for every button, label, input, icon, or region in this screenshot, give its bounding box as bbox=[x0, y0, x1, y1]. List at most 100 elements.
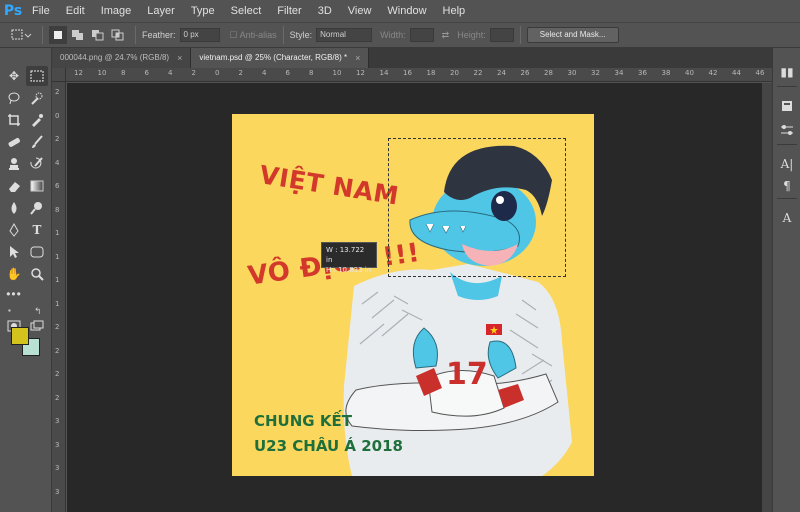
dodge-tool-icon[interactable] bbox=[26, 198, 48, 218]
ruler-tick-label: 8 bbox=[121, 69, 126, 77]
tab-vietnam[interactable]: vietnam.psd @ 25% (Character, RGB/8) * × bbox=[191, 48, 370, 68]
ruler-tick-label: 6 bbox=[144, 69, 149, 77]
ruler-tick-label: 2 bbox=[55, 370, 60, 378]
ruler-tick-label: 18 bbox=[426, 69, 436, 77]
ruler-tick-label: 4 bbox=[55, 158, 60, 167]
menu-filter[interactable]: Filter bbox=[269, 0, 309, 22]
collapse-icon[interactable]: ▮▮ bbox=[777, 62, 797, 82]
gradient-tool-icon[interactable] bbox=[26, 176, 48, 196]
menu-view[interactable]: View bbox=[340, 0, 380, 22]
history-brush-tool-icon[interactable] bbox=[26, 154, 48, 174]
ruler-tick-label: 22 bbox=[473, 69, 483, 77]
vertical-ruler[interactable]: 2 0 2 4 6 8 1 1 1 1 2 2 2 2 3 3 3 3 bbox=[52, 82, 66, 512]
ruler-tick-label: 3 bbox=[55, 440, 60, 449]
ruler-tick-label: 1 bbox=[55, 276, 60, 284]
paragraph-icon[interactable]: ¶ bbox=[777, 176, 797, 196]
ruler-tick-label: 2 bbox=[55, 135, 60, 143]
menu-layer[interactable]: Layer bbox=[139, 0, 183, 22]
clone-stamp-tool-icon[interactable] bbox=[3, 154, 25, 174]
character-icon[interactable]: A| bbox=[777, 154, 797, 174]
close-icon[interactable]: × bbox=[177, 48, 182, 68]
quick-selection-tool-icon[interactable] bbox=[26, 88, 48, 108]
tooltip-height: H : 10.833 in bbox=[326, 266, 372, 274]
more-tools-icon[interactable]: ••• bbox=[3, 284, 25, 304]
zoom-tool-icon[interactable] bbox=[26, 264, 48, 284]
tab-000044[interactable]: 000044.png @ 24.7% (RGB/8) × bbox=[52, 48, 192, 68]
crop-tool-icon[interactable] bbox=[3, 110, 25, 130]
move-tool-icon[interactable]: ✥ bbox=[3, 66, 25, 86]
ruler-tick-label: 20 bbox=[450, 69, 459, 77]
menu-type[interactable]: Type bbox=[183, 0, 223, 22]
ruler-tick-label: 2 bbox=[191, 69, 196, 77]
ruler-corner[interactable] bbox=[52, 68, 66, 82]
ruler-tick-label: 40 bbox=[685, 69, 694, 77]
brush-tool-icon[interactable] bbox=[26, 132, 48, 152]
spot-healing-tool-icon[interactable] bbox=[3, 132, 25, 152]
menu-help[interactable]: Help bbox=[435, 0, 474, 22]
ruler-tick-label: 1 bbox=[55, 299, 60, 308]
ruler-tick-label: 10 bbox=[97, 69, 107, 77]
feather-input[interactable]: 0 px bbox=[179, 28, 220, 42]
tools-panel: ✥ T ✋ ••• ▪ ↰ bbox=[0, 48, 52, 512]
close-icon[interactable]: × bbox=[355, 48, 360, 68]
ruler-tick-label: 24 bbox=[497, 69, 506, 77]
ruler-tick-label: 42 bbox=[708, 69, 718, 77]
photoshop-logo: Ps bbox=[3, 3, 23, 19]
ruler-tick-label: 46 bbox=[755, 69, 765, 77]
width-label: Width: bbox=[380, 30, 406, 40]
menu-select[interactable]: Select bbox=[223, 0, 270, 22]
selection-marquee[interactable] bbox=[388, 138, 566, 277]
path-selection-tool-icon[interactable] bbox=[3, 242, 25, 262]
lasso-tool-icon[interactable] bbox=[3, 88, 25, 108]
ruler-tick-label: 26 bbox=[520, 69, 530, 77]
rectangular-marquee-tool-icon[interactable] bbox=[26, 66, 48, 86]
subtract-selection-icon[interactable] bbox=[89, 26, 107, 44]
ruler-tick-label: 0 bbox=[55, 111, 60, 120]
ruler-tick-label: 3 bbox=[55, 487, 60, 496]
swap-dimensions-icon[interactable]: ⇄ bbox=[442, 30, 450, 41]
pen-tool-icon[interactable] bbox=[3, 220, 25, 240]
blur-tool-icon[interactable] bbox=[3, 198, 25, 218]
layers-icon[interactable] bbox=[777, 96, 797, 116]
menu-edit[interactable]: Edit bbox=[58, 0, 93, 22]
height-input[interactable] bbox=[489, 28, 514, 42]
marquee-preset-icon[interactable] bbox=[8, 26, 34, 44]
ruler-tick-label: 1 bbox=[55, 252, 60, 261]
ruler-tick-label: 6 bbox=[285, 69, 290, 77]
menu-file[interactable]: File bbox=[24, 0, 58, 22]
adjustments-icon[interactable] bbox=[777, 120, 797, 140]
rectangle-tool-icon[interactable] bbox=[26, 242, 48, 262]
ruler-tick-label: 3 bbox=[55, 464, 60, 472]
intersect-selection-icon[interactable] bbox=[109, 26, 127, 44]
eyedropper-tool-icon[interactable] bbox=[26, 110, 48, 130]
eraser-tool-icon[interactable] bbox=[3, 176, 25, 196]
glyphs-icon[interactable]: A bbox=[777, 208, 797, 228]
ruler-tick-label: 4 bbox=[262, 69, 267, 77]
width-input[interactable] bbox=[409, 28, 434, 42]
antialias-checkbox[interactable]: ☐ Anti-alias bbox=[230, 30, 277, 41]
vertical-scrollbar[interactable] bbox=[762, 83, 772, 512]
ruler-tick-label: 12 bbox=[74, 69, 83, 77]
default-colors-icon[interactable]: ▪ bbox=[8, 306, 11, 315]
new-selection-icon[interactable] bbox=[49, 26, 67, 44]
screen-mode-icon[interactable] bbox=[26, 316, 48, 336]
foreground-color-swatch[interactable] bbox=[11, 327, 29, 345]
hand-tool-icon[interactable]: ✋ bbox=[3, 264, 25, 284]
ruler-tick-label: 6 bbox=[55, 182, 60, 190]
ruler-tick-label: 28 bbox=[544, 69, 553, 77]
document-tabs: 000044.png @ 24.7% (RGB/8) × vietnam.psd… bbox=[52, 48, 772, 68]
tab-label: 000044.png @ 24.7% (RGB/8) bbox=[60, 53, 170, 62]
height-label: Height: bbox=[457, 30, 486, 40]
type-tool-icon[interactable]: T bbox=[26, 220, 48, 240]
horizontal-ruler[interactable]: 12 10 8 6 4 2 0 2 4 6 8 10 12 14 16 18 20 22 24 26 28 30 32 34 3… bbox=[66, 68, 772, 82]
menu-image[interactable]: Image bbox=[93, 0, 140, 22]
style-select[interactable]: Normal bbox=[316, 28, 373, 42]
add-selection-icon[interactable] bbox=[69, 26, 87, 44]
ruler-tick-label: 38 bbox=[661, 69, 671, 77]
select-and-mask-button[interactable]: Select and Mask... bbox=[526, 27, 619, 43]
ruler-tick-label: 0 bbox=[215, 69, 220, 77]
separator bbox=[42, 26, 43, 44]
menu-window[interactable]: Window bbox=[379, 0, 434, 22]
menu-3d[interactable]: 3D bbox=[310, 0, 340, 22]
ruler-tick-label: 3 bbox=[55, 417, 60, 425]
